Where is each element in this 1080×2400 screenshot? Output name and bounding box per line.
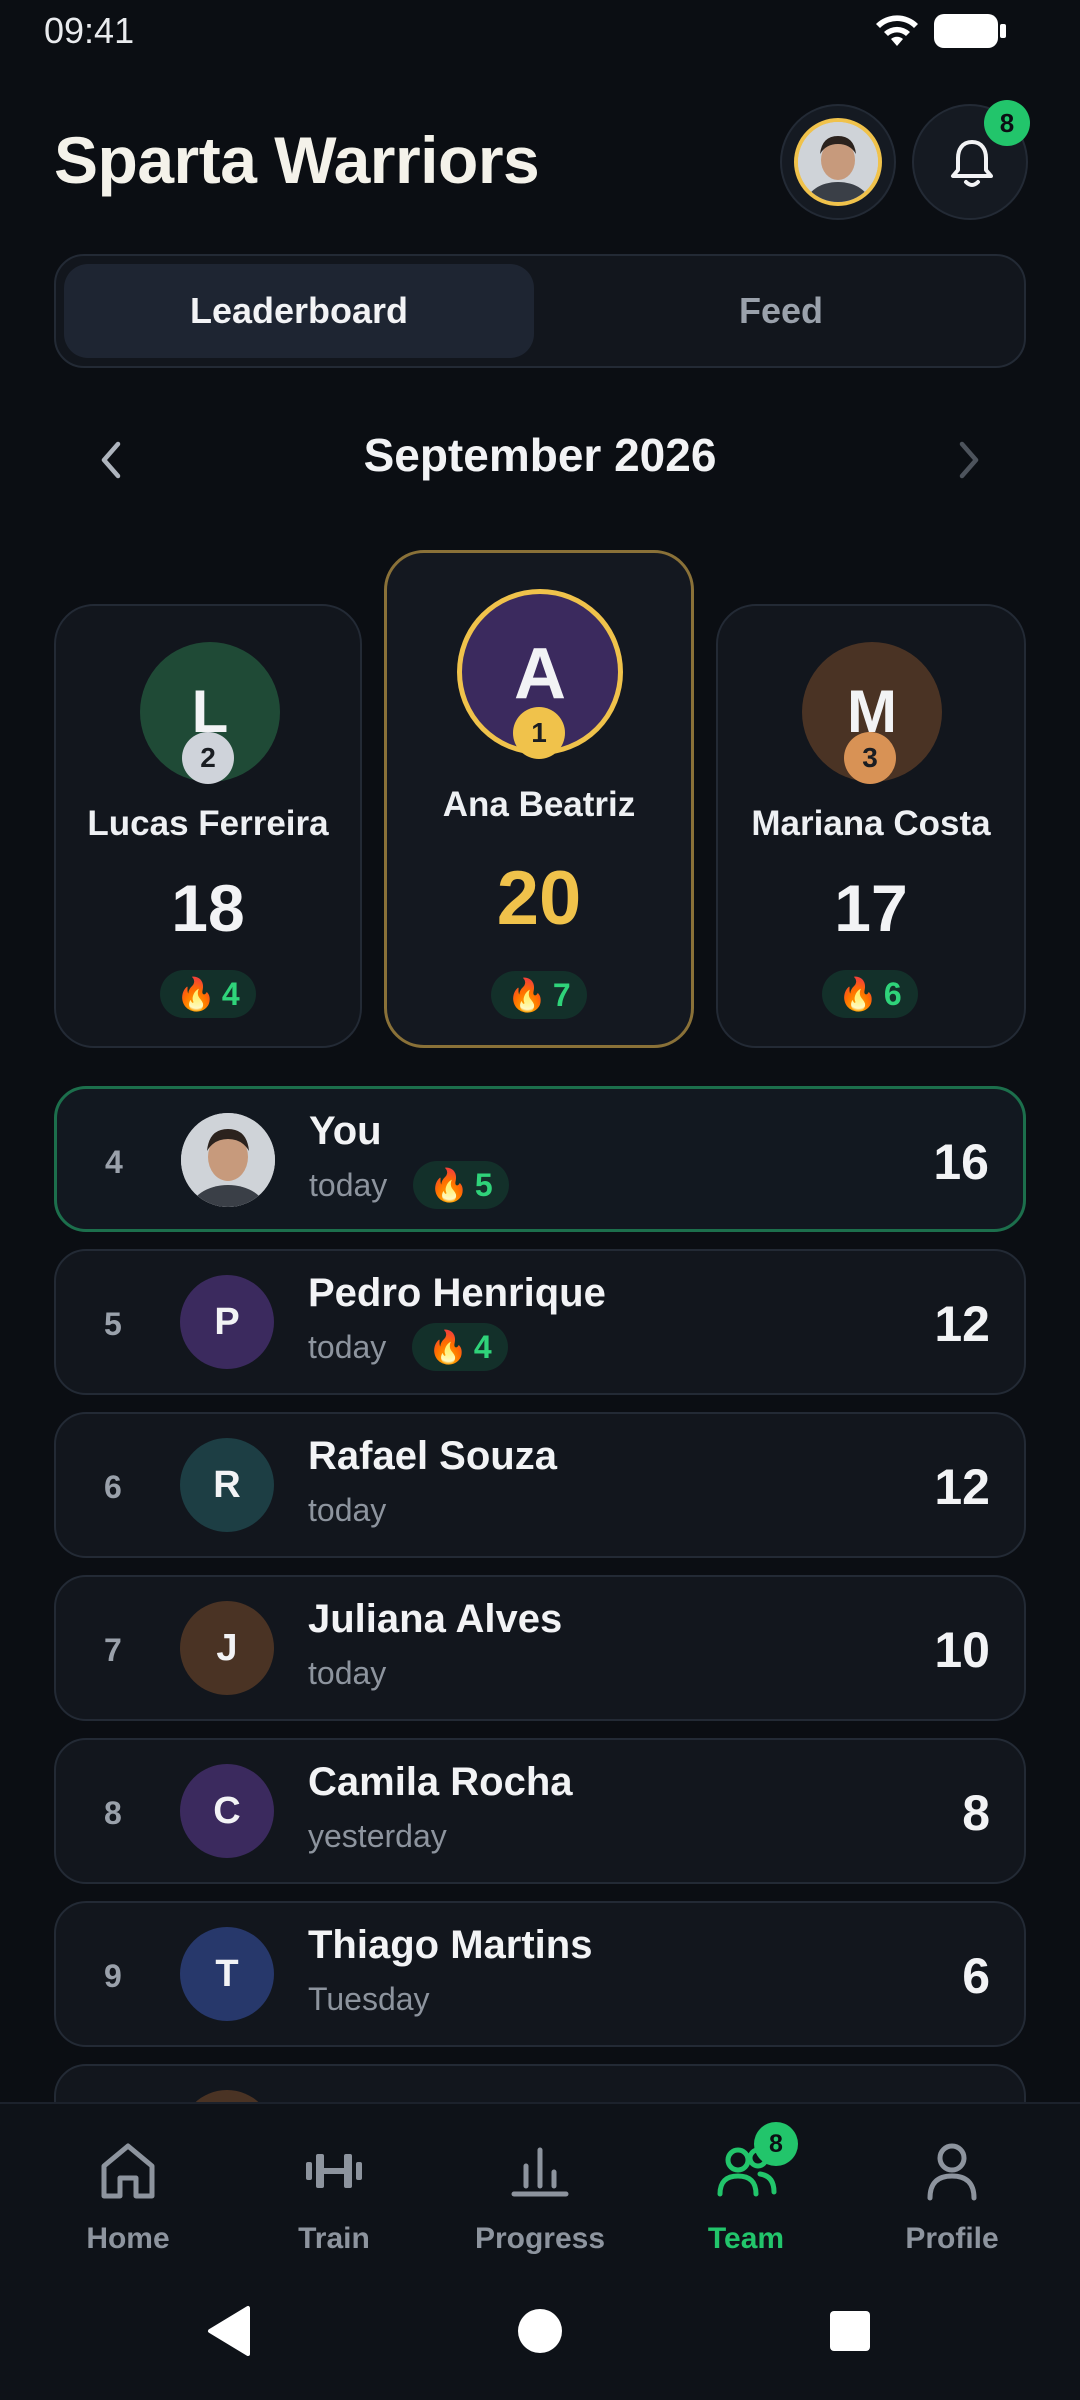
nav-label: Profile bbox=[905, 2222, 999, 2255]
nav-train[interactable]: Train bbox=[244, 2136, 424, 2256]
player-name: You bbox=[309, 1109, 382, 1153]
battery-icon bbox=[934, 14, 1006, 48]
rank-number: 5 bbox=[104, 1306, 122, 1342]
rank-number: 8 bbox=[104, 1795, 122, 1831]
streak-badge: 🔥 5 bbox=[413, 1161, 509, 1209]
player-name: Mariana Costa bbox=[751, 804, 991, 843]
player-score: 20 bbox=[496, 856, 582, 941]
status-bar: 09:41 bbox=[0, 0, 1080, 62]
player-name: Ana Beatriz bbox=[442, 785, 636, 824]
avatar: J bbox=[180, 1601, 274, 1695]
avatar: R bbox=[180, 1438, 274, 1532]
rank-number: 7 bbox=[104, 1632, 122, 1668]
flame-icon: 🔥 bbox=[429, 1167, 469, 1203]
streak-count: 7 bbox=[552, 977, 571, 1013]
rank-number: 9 bbox=[104, 1958, 122, 1994]
bar-chart-icon bbox=[511, 2147, 569, 2197]
nav-label: Progress bbox=[474, 2222, 606, 2255]
recents-icon[interactable] bbox=[826, 2304, 874, 2358]
streak-badge: 🔥 7 bbox=[491, 971, 587, 1019]
home-icon bbox=[101, 2143, 155, 2199]
table-row-current-user[interactable]: 4 You today 🔥 5 16 bbox=[54, 1086, 1026, 1232]
segmented-tabs: Leaderboard Feed bbox=[54, 254, 1026, 368]
player-name: Thiago Martins bbox=[308, 1923, 593, 1967]
player-name: Lucas Ferreira bbox=[87, 804, 329, 843]
table-row[interactable]: 7 J Juliana Alves today 10 bbox=[54, 1575, 1026, 1721]
flame-icon: 🔥 bbox=[428, 1329, 468, 1365]
status-time: 09:41 bbox=[44, 10, 135, 51]
flame-icon: 🔥 bbox=[507, 977, 547, 1013]
player-score: 12 bbox=[934, 1296, 990, 1352]
team-badge: 8 bbox=[754, 2122, 798, 2166]
table-row[interactable]: 5 P Pedro Henrique today 🔥 4 12 bbox=[54, 1249, 1026, 1395]
month-label: September 2026 bbox=[363, 429, 717, 481]
podium-card-second[interactable]: L 2 Lucas Ferreira 18 🔥 4 bbox=[54, 604, 362, 1048]
player-score: 12 bbox=[934, 1459, 990, 1515]
tab-feed[interactable]: Feed bbox=[544, 264, 1018, 358]
rank-badge: 1 bbox=[513, 707, 565, 759]
podium-card-first[interactable]: A 1 Ana Beatriz 20 🔥 7 bbox=[384, 550, 694, 1048]
flame-icon: 🔥 bbox=[838, 976, 878, 1012]
avatar: C bbox=[180, 1764, 274, 1858]
player-name: Camila Rocha bbox=[308, 1760, 573, 1804]
back-icon[interactable] bbox=[204, 2304, 254, 2358]
profile-icon bbox=[927, 2143, 977, 2201]
player-score: 8 bbox=[962, 1785, 990, 1841]
streak-count: 6 bbox=[883, 976, 902, 1012]
nav-progress[interactable]: Progress bbox=[450, 2136, 630, 2256]
flame-icon: 🔥 bbox=[176, 976, 216, 1012]
player-score: 17 bbox=[834, 871, 908, 945]
table-row[interactable]: 8 C Camila Rocha yesterday 8 bbox=[54, 1738, 1026, 1884]
streak-count: 4 bbox=[221, 976, 240, 1012]
nav-profile[interactable]: Profile bbox=[862, 2136, 1042, 2256]
nav-label: Home bbox=[86, 2222, 170, 2255]
nav-label: Team bbox=[707, 2222, 785, 2255]
last-active: today bbox=[308, 1492, 387, 1528]
podium-card-third[interactable]: M 3 Mariana Costa 17 🔥 6 bbox=[716, 604, 1026, 1048]
home-circle-icon[interactable] bbox=[516, 2304, 564, 2358]
nav-home[interactable]: Home bbox=[38, 2136, 218, 2256]
avatar: P bbox=[180, 1275, 274, 1369]
nav-label: Train bbox=[298, 2222, 370, 2255]
rank-number: 6 bbox=[104, 1469, 122, 1505]
streak-count: 4 bbox=[473, 1329, 492, 1365]
avatar: T bbox=[180, 1927, 274, 2021]
avatar bbox=[794, 118, 882, 206]
wifi-icon bbox=[876, 15, 918, 46]
notification-badge: 8 bbox=[984, 100, 1030, 146]
last-active: yesterday bbox=[308, 1818, 447, 1854]
player-score: 10 bbox=[934, 1622, 990, 1678]
player-name: Pedro Henrique bbox=[308, 1271, 606, 1315]
player-score: 18 bbox=[171, 871, 245, 945]
streak-badge: 🔥 4 bbox=[412, 1323, 508, 1371]
last-active: Tuesday bbox=[308, 1981, 430, 2017]
table-row[interactable]: 9 T Thiago Martins Tuesday 6 bbox=[54, 1901, 1026, 2047]
dumbbell-icon bbox=[306, 2154, 362, 2188]
rank-badge: 2 bbox=[182, 732, 234, 784]
player-score: 6 bbox=[962, 1948, 990, 2004]
player-name: Rafael Souza bbox=[308, 1434, 557, 1478]
avatar bbox=[181, 1113, 275, 1207]
rank-number: 4 bbox=[105, 1144, 123, 1180]
tab-leaderboard[interactable]: Leaderboard bbox=[64, 264, 534, 358]
streak-badge: 🔥 4 bbox=[160, 970, 256, 1018]
profile-avatar-button[interactable] bbox=[780, 104, 896, 220]
last-active: today bbox=[308, 1655, 387, 1691]
table-row[interactable]: 6 R Rafael Souza today 12 bbox=[54, 1412, 1026, 1558]
streak-count: 5 bbox=[474, 1167, 493, 1203]
nav-team[interactable]: Team bbox=[656, 2136, 836, 2256]
streak-badge: 🔥 6 bbox=[822, 970, 918, 1018]
player-score: 16 bbox=[933, 1134, 989, 1190]
page-title: Sparta Warriors bbox=[54, 123, 540, 197]
player-name: Juliana Alves bbox=[308, 1597, 563, 1641]
next-month-button[interactable] bbox=[948, 438, 988, 482]
last-active: today bbox=[308, 1329, 387, 1365]
rank-badge: 3 bbox=[844, 732, 896, 784]
bell-icon bbox=[951, 140, 993, 187]
last-active: today bbox=[309, 1167, 388, 1203]
